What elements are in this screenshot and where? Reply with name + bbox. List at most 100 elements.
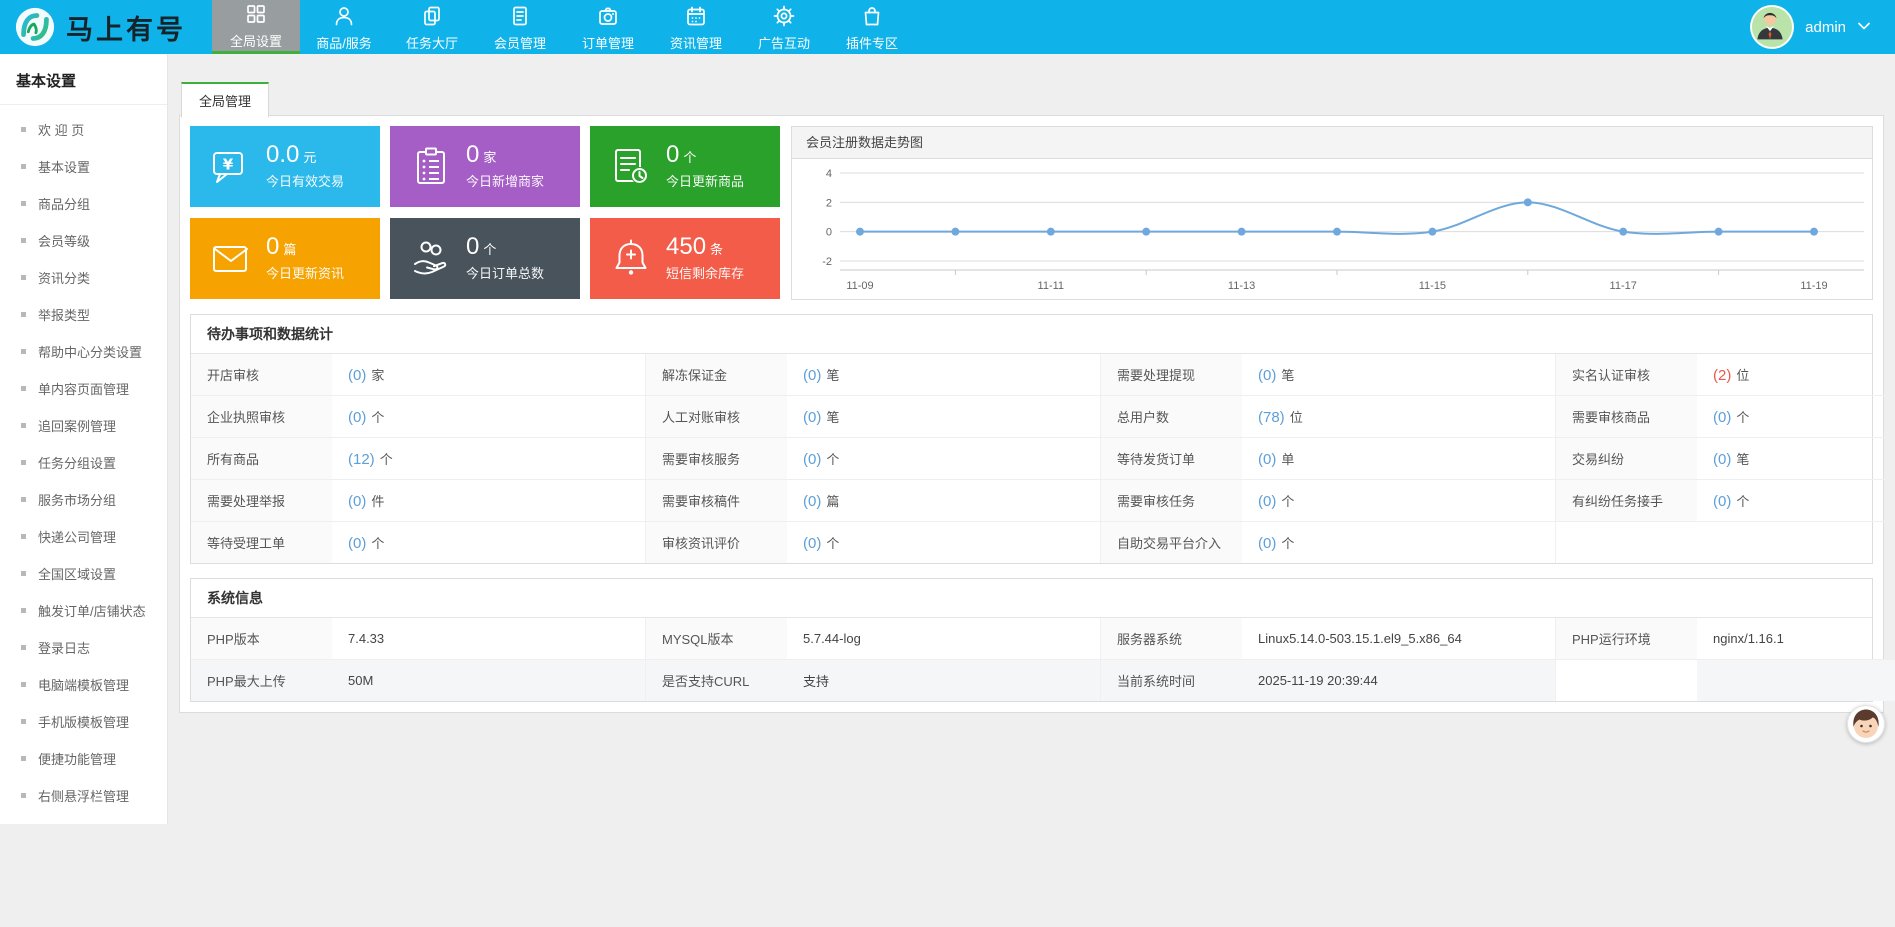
stat-value-cell: 2025-11-19 20:39:44 bbox=[1242, 660, 1556, 702]
stat-value-cell: 50M bbox=[332, 660, 646, 702]
svg-text:11-17: 11-17 bbox=[1610, 280, 1637, 292]
sidebar-item-8[interactable]: 追回案例管理 bbox=[0, 407, 167, 444]
nav-item-plugin-zone[interactable]: 插件专区 bbox=[828, 0, 916, 54]
sidebar-item-7[interactable]: 单内容页面管理 bbox=[0, 370, 167, 407]
nav-item-label: 订单管理 bbox=[582, 33, 634, 52]
nav-item-member-manage[interactable]: 会员管理 bbox=[476, 0, 564, 54]
nav-item-order-manage[interactable]: 订单管理 bbox=[564, 0, 652, 54]
user-menu[interactable]: admin bbox=[1750, 0, 1895, 54]
sidebar-list: 欢 迎 页基本设置商品分组会员等级资讯分类举报类型帮助中心分类设置单内容页面管理… bbox=[0, 111, 167, 814]
nav-item-ad-interact[interactable]: 广告互动 bbox=[740, 0, 828, 54]
stat-value-link[interactable]: (0) bbox=[1258, 451, 1276, 468]
stat-card-unit: 篇 bbox=[283, 242, 296, 257]
sidebar-item-9[interactable]: 任务分组设置 bbox=[0, 444, 167, 481]
envelope-icon bbox=[208, 236, 254, 282]
stat-value-link[interactable]: (12) bbox=[348, 451, 375, 468]
money-bubble-icon: ¥ bbox=[208, 144, 254, 190]
content-panel: ¥0.0元今日有效交易0家今日新增商家0个今日更新商品0篇今日更新资讯0个今日订… bbox=[179, 115, 1884, 713]
bag-icon bbox=[860, 3, 884, 29]
stat-card-today-new-merchants: 0家今日新增商家 bbox=[390, 126, 580, 207]
nav-item-label: 任务大厅 bbox=[406, 33, 458, 52]
stat-unit: 个 bbox=[1736, 410, 1749, 425]
stat-value-cell: (0)家 bbox=[332, 354, 646, 396]
sidebar-item-5[interactable]: 举报类型 bbox=[0, 296, 167, 333]
stat-card-unit: 元 bbox=[303, 150, 316, 165]
stat-value-link[interactable]: (0) bbox=[803, 409, 821, 426]
bell-plus-icon bbox=[608, 236, 654, 282]
admin-avatar bbox=[1750, 5, 1794, 49]
stat-value-link[interactable]: (0) bbox=[1713, 493, 1731, 510]
sidebar-item-14[interactable]: 登录日志 bbox=[0, 629, 167, 666]
sidebar-item-15[interactable]: 电脑端模板管理 bbox=[0, 666, 167, 703]
stat-unit: 个 bbox=[1736, 494, 1749, 509]
stat-value-link[interactable]: (0) bbox=[348, 493, 366, 510]
stat-value-link[interactable]: (0) bbox=[1713, 451, 1731, 468]
stat-value-link[interactable]: (0) bbox=[803, 493, 821, 510]
stat-value-link[interactable]: (0) bbox=[1258, 367, 1276, 384]
nav-item-global-settings[interactable]: 全局设置 bbox=[212, 0, 300, 54]
sidebar-item-16[interactable]: 手机版模板管理 bbox=[0, 703, 167, 740]
stat-unit: 个 bbox=[380, 452, 393, 467]
stat-value-link[interactable]: (0) bbox=[348, 535, 366, 552]
svg-text:2: 2 bbox=[826, 197, 832, 209]
stat-card-label: 今日有效交易 bbox=[266, 171, 344, 190]
stat-card-today-updated-goods: 0个今日更新商品 bbox=[590, 126, 780, 207]
stat-label: 服务器系统 bbox=[1101, 618, 1243, 660]
stat-value-cell: (0)笔 bbox=[1242, 354, 1556, 396]
sidebar-item-11[interactable]: 快递公司管理 bbox=[0, 518, 167, 555]
logo[interactable]: 马上有号 bbox=[0, 0, 212, 54]
sidebar-item-0[interactable]: 欢 迎 页 bbox=[0, 111, 167, 148]
stat-value-cell: (0)件 bbox=[332, 480, 646, 522]
camera-icon bbox=[596, 3, 620, 29]
calendar-icon bbox=[684, 3, 708, 29]
stat-value-link[interactable]: (0) bbox=[803, 535, 821, 552]
stat-unit: 笔 bbox=[826, 368, 839, 383]
sidebar-item-6[interactable]: 帮助中心分类设置 bbox=[0, 333, 167, 370]
sidebar-item-13[interactable]: 触发订单/店铺状态 bbox=[0, 592, 167, 629]
sidebar-item-3[interactable]: 会员等级 bbox=[0, 222, 167, 259]
stat-value-link[interactable]: (0) bbox=[1713, 409, 1731, 426]
stat-value-cell: (2)位 bbox=[1697, 354, 1895, 396]
stat-label: 需要审核稿件 bbox=[646, 480, 788, 522]
svg-text:¥: ¥ bbox=[223, 155, 234, 173]
floating-avatar[interactable] bbox=[1847, 705, 1885, 743]
stat-card-label: 今日订单总数 bbox=[466, 263, 544, 282]
nav-item-news-manage[interactable]: 资讯管理 bbox=[652, 0, 740, 54]
sidebar-item-10[interactable]: 服务市场分组 bbox=[0, 481, 167, 518]
tab-global-manage[interactable]: 全局管理 bbox=[181, 82, 269, 118]
stat-value-link[interactable]: (0) bbox=[348, 409, 366, 426]
stat-value-link[interactable]: (0) bbox=[1258, 493, 1276, 510]
stat-label: 开店审核 bbox=[191, 354, 332, 396]
stat-value-link[interactable]: (0) bbox=[348, 367, 366, 384]
stat-value-cell: 5.7.44-log bbox=[787, 618, 1101, 660]
stat-value-link[interactable]: (0) bbox=[803, 451, 821, 468]
sidebar-item-4[interactable]: 资讯分类 bbox=[0, 259, 167, 296]
document-icon bbox=[508, 3, 532, 29]
stat-label: 审核资讯评价 bbox=[646, 522, 788, 564]
stat-value-link[interactable]: (78) bbox=[1258, 409, 1285, 426]
sidebar-item-17[interactable]: 便捷功能管理 bbox=[0, 740, 167, 777]
stat-value-cell: Linux5.14.0-503.15.1.el9_5.x86_64 bbox=[1242, 618, 1556, 660]
sidebar-item-2[interactable]: 商品分组 bbox=[0, 185, 167, 222]
stat-value-link[interactable]: (0) bbox=[803, 367, 821, 384]
sidebar-item-18[interactable]: 右侧悬浮栏管理 bbox=[0, 777, 167, 814]
main-content: 全局管理 ¥0.0元今日有效交易0家今日新增商家0个今日更新商品0篇今日更新资讯… bbox=[179, 54, 1884, 713]
stat-card-label: 今日更新商品 bbox=[666, 171, 744, 190]
chevron-down-icon bbox=[1857, 18, 1871, 36]
logo-icon bbox=[14, 6, 56, 48]
stat-card-text: 0.0元今日有效交易 bbox=[266, 143, 344, 190]
nav-item-label: 会员管理 bbox=[494, 33, 546, 52]
stat-value-link[interactable]: (0) bbox=[1258, 535, 1276, 552]
nav-item-task-hall[interactable]: 任务大厅 bbox=[388, 0, 476, 54]
sidebar-item-1[interactable]: 基本设置 bbox=[0, 148, 167, 185]
stat-label: 等待发货订单 bbox=[1101, 438, 1243, 480]
stat-card-text: 0家今日新增商家 bbox=[466, 143, 544, 190]
stat-unit: 篇 bbox=[826, 494, 839, 509]
nav-item-goods-services[interactable]: 商品/服务 bbox=[300, 0, 388, 54]
stat-value-link[interactable]: (2) bbox=[1713, 367, 1731, 384]
stat-label: 需要处理提现 bbox=[1101, 354, 1243, 396]
stat-card-value: 0 bbox=[466, 233, 479, 260]
sidebar-item-12[interactable]: 全国区域设置 bbox=[0, 555, 167, 592]
todo-table: 开店审核(0)家解冻保证金(0)笔需要处理提现(0)笔实名认证审核(2)位企业执… bbox=[191, 354, 1895, 563]
stat-unit: 个 bbox=[1281, 494, 1294, 509]
